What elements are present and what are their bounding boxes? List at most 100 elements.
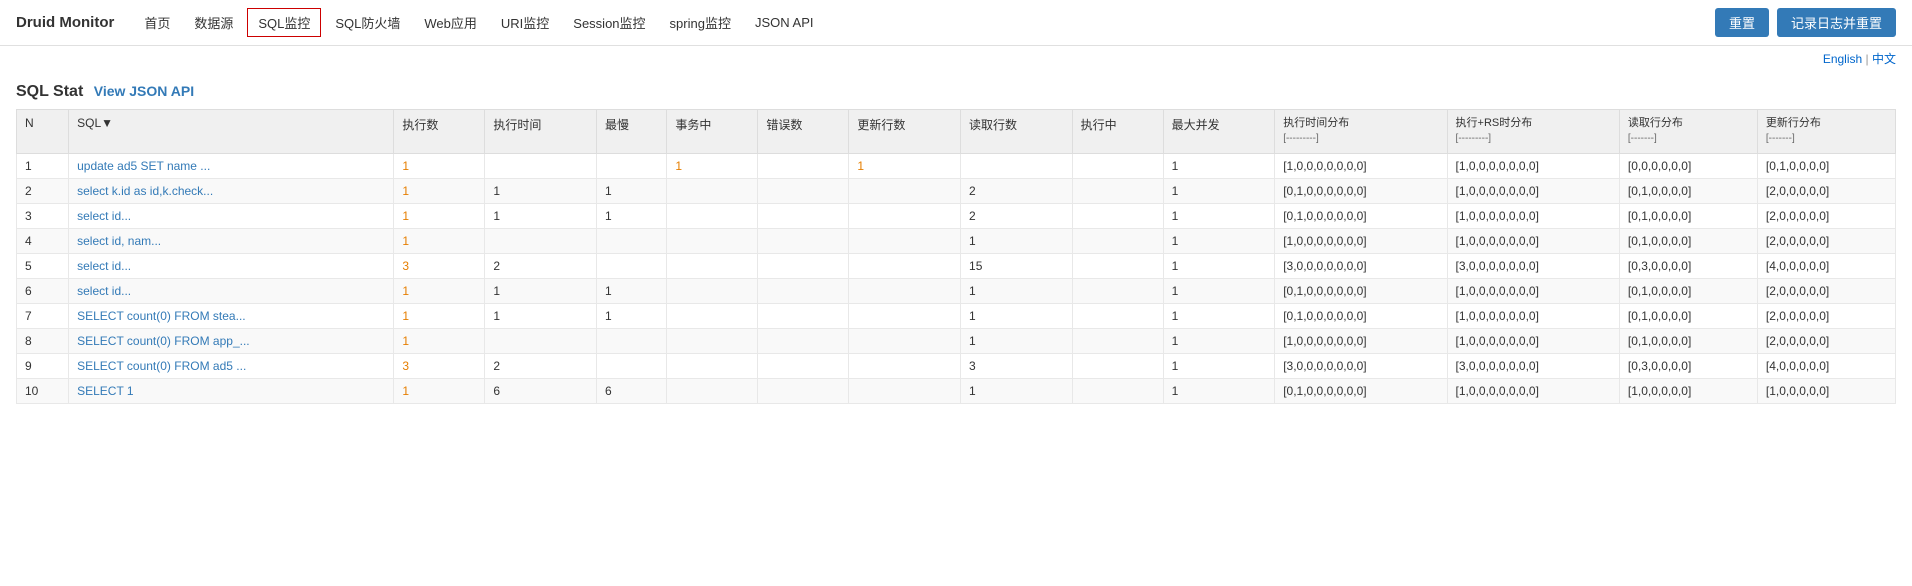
cell-exec-time: 1 xyxy=(485,178,597,203)
cell-slowest: 1 xyxy=(597,178,667,203)
cell-read-rows xyxy=(961,153,1073,178)
cell-exec-time-dist: [1,0,0,0,0,0,0,0] xyxy=(1275,328,1447,353)
cell-transaction: 1 xyxy=(667,153,758,178)
cell-n: 7 xyxy=(17,303,69,328)
cell-exec-time: 2 xyxy=(485,353,597,378)
table-row: 9SELECT count(0) FROM ad5 ...3231[3,0,0,… xyxy=(17,353,1896,378)
reset-log-button[interactable]: 记录日志并重置 xyxy=(1777,8,1896,37)
cell-sql[interactable]: select id, nam... xyxy=(69,228,394,253)
cell-exec-rs-dist: [1,0,0,0,0,0,0,0] xyxy=(1447,203,1619,228)
nav-items: 首页 数据源 SQL监控 SQL防火墙 Web应用 URI监控 Session监… xyxy=(134,8,1715,37)
cell-sql[interactable]: SELECT 1 xyxy=(69,378,394,403)
reset-button[interactable]: 重置 xyxy=(1715,8,1769,37)
cell-exec-count: 3 xyxy=(394,253,485,278)
cell-sql[interactable]: select id... xyxy=(69,203,394,228)
cell-exec-time-dist: [3,0,0,0,0,0,0,0] xyxy=(1275,353,1447,378)
cell-exec-count: 3 xyxy=(394,353,485,378)
cell-error-count xyxy=(758,203,849,228)
cell-exec-rs-dist: [1,0,0,0,0,0,0,0] xyxy=(1447,228,1619,253)
cell-exec-time-dist: [0,1,0,0,0,0,0,0] xyxy=(1275,303,1447,328)
cell-update-dist: [2,0,0,0,0,0] xyxy=(1757,328,1895,353)
cell-read-dist: [0,1,0,0,0,0] xyxy=(1619,278,1757,303)
cell-error-count xyxy=(758,278,849,303)
table-row: 1update ad5 SET name ...1111[1,0,0,0,0,0… xyxy=(17,153,1896,178)
cell-error-count xyxy=(758,228,849,253)
cell-slowest: 1 xyxy=(597,303,667,328)
cell-read-rows: 1 xyxy=(961,278,1073,303)
cell-update-rows xyxy=(849,278,961,303)
cell-max-concurrent: 1 xyxy=(1163,203,1275,228)
cell-executing xyxy=(1072,278,1163,303)
lang-chinese[interactable]: 中文 xyxy=(1872,52,1896,66)
cell-update-rows xyxy=(849,228,961,253)
nav-sql[interactable]: SQL监控 xyxy=(247,8,321,37)
cell-max-concurrent: 1 xyxy=(1163,153,1275,178)
cell-error-count xyxy=(758,178,849,203)
cell-executing xyxy=(1072,328,1163,353)
view-json-api-link[interactable]: View JSON API xyxy=(94,83,194,99)
header: Druid Monitor 首页 数据源 SQL监控 SQL防火墙 Web应用 … xyxy=(0,0,1912,46)
cell-exec-count: 1 xyxy=(394,303,485,328)
cell-read-rows: 1 xyxy=(961,328,1073,353)
col-exec-count: 执行数 xyxy=(394,110,485,154)
cell-sql[interactable]: SELECT count(0) FROM app_... xyxy=(69,328,394,353)
cell-transaction xyxy=(667,203,758,228)
cell-exec-count: 1 xyxy=(394,203,485,228)
cell-read-dist: [0,1,0,0,0,0] xyxy=(1619,203,1757,228)
cell-sql[interactable]: select id... xyxy=(69,253,394,278)
lang-english[interactable]: English xyxy=(1823,52,1862,66)
cell-update-rows xyxy=(849,328,961,353)
cell-exec-count: 1 xyxy=(394,228,485,253)
cell-exec-count: 1 xyxy=(394,153,485,178)
cell-read-rows: 1 xyxy=(961,228,1073,253)
cell-executing xyxy=(1072,353,1163,378)
cell-executing xyxy=(1072,253,1163,278)
cell-sql[interactable]: SELECT count(0) FROM stea... xyxy=(69,303,394,328)
cell-exec-rs-dist: [1,0,0,0,0,0,0,0] xyxy=(1447,378,1619,403)
cell-max-concurrent: 1 xyxy=(1163,253,1275,278)
col-transaction: 事务中 xyxy=(667,110,758,154)
col-max-concurrent: 最大并发 xyxy=(1163,110,1275,154)
cell-read-dist: [0,0,0,0,0,0] xyxy=(1619,153,1757,178)
table-row: 8SELECT count(0) FROM app_...111[1,0,0,0… xyxy=(17,328,1896,353)
cell-exec-count: 1 xyxy=(394,178,485,203)
nav-jsonapi[interactable]: JSON API xyxy=(745,11,824,34)
cell-update-rows xyxy=(849,178,961,203)
cell-n: 9 xyxy=(17,353,69,378)
cell-transaction xyxy=(667,353,758,378)
cell-executing xyxy=(1072,228,1163,253)
nav-home[interactable]: 首页 xyxy=(134,9,180,36)
nav-webapp[interactable]: Web应用 xyxy=(414,9,487,36)
col-read-dist: 读取行分布[-------] xyxy=(1619,110,1757,154)
cell-sql[interactable]: select id... xyxy=(69,278,394,303)
col-error-count: 错误数 xyxy=(758,110,849,154)
cell-read-rows: 2 xyxy=(961,178,1073,203)
cell-update-dist: [2,0,0,0,0,0] xyxy=(1757,278,1895,303)
cell-read-rows: 1 xyxy=(961,303,1073,328)
nav-spring[interactable]: spring监控 xyxy=(660,9,741,36)
page-title: SQL Stat xyxy=(16,83,83,100)
cell-transaction xyxy=(667,278,758,303)
cell-exec-time-dist: [0,1,0,0,0,0,0,0] xyxy=(1275,278,1447,303)
col-exec-time: 执行时间 xyxy=(485,110,597,154)
col-read-rows: 读取行数 xyxy=(961,110,1073,154)
cell-n: 10 xyxy=(17,378,69,403)
cell-slowest xyxy=(597,253,667,278)
cell-read-rows: 3 xyxy=(961,353,1073,378)
cell-sql[interactable]: select k.id as id,k.check... xyxy=(69,178,394,203)
nav-datasource[interactable]: 数据源 xyxy=(184,9,243,36)
cell-error-count xyxy=(758,378,849,403)
cell-n: 2 xyxy=(17,178,69,203)
cell-update-rows xyxy=(849,253,961,278)
cell-sql[interactable]: SELECT count(0) FROM ad5 ... xyxy=(69,353,394,378)
cell-exec-count: 1 xyxy=(394,378,485,403)
nav-uri[interactable]: URI监控 xyxy=(491,9,559,36)
nav-session[interactable]: Session监控 xyxy=(563,9,655,36)
cell-exec-rs-dist: [1,0,0,0,0,0,0,0] xyxy=(1447,328,1619,353)
cell-update-rows xyxy=(849,353,961,378)
cell-sql[interactable]: update ad5 SET name ... xyxy=(69,153,394,178)
cell-exec-rs-dist: [1,0,0,0,0,0,0,0] xyxy=(1447,153,1619,178)
col-sql[interactable]: SQL▼ xyxy=(69,110,394,154)
nav-firewall[interactable]: SQL防火墙 xyxy=(325,9,410,36)
cell-update-dist: [2,0,0,0,0,0] xyxy=(1757,178,1895,203)
